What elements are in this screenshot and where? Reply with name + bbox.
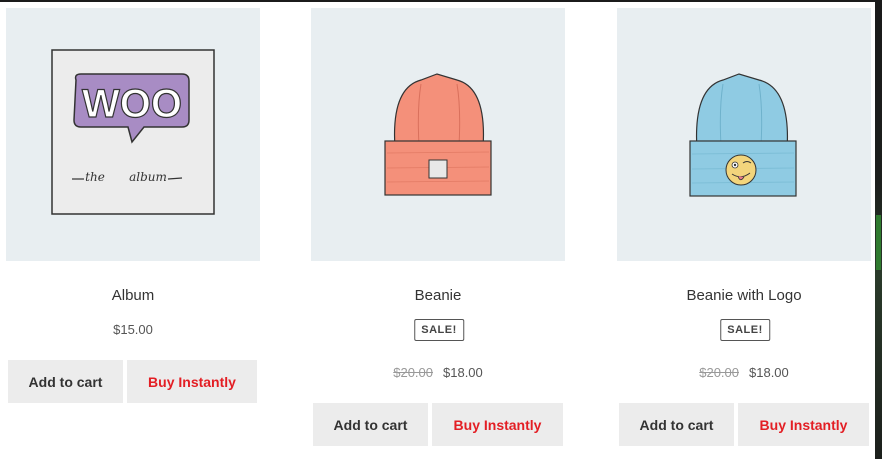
product-image-link[interactable] xyxy=(617,8,871,261)
album-logo-text: WOO xyxy=(82,82,182,126)
orange-beanie-icon xyxy=(384,73,492,196)
buy-instantly-button[interactable]: Buy Instantly xyxy=(432,403,563,446)
add-to-cart-button[interactable]: Add to cart xyxy=(8,360,123,403)
buy-instantly-button[interactable]: Buy Instantly xyxy=(738,403,869,446)
buy-instantly-button[interactable]: Buy Instantly xyxy=(127,360,257,403)
product-price: $20.00 $18.00 xyxy=(311,365,565,380)
old-price: $20.00 xyxy=(393,365,433,380)
album-caption-right: album xyxy=(129,170,167,184)
product-title[interactable]: Beanie xyxy=(311,287,565,304)
current-price: $18.00 xyxy=(749,365,789,380)
product-image-link[interactable] xyxy=(311,8,565,261)
woo-album-icon: WOO the album xyxy=(51,49,215,215)
right-edge-strip xyxy=(875,0,882,459)
blue-beanie-logo-icon xyxy=(689,73,797,197)
right-edge-accent xyxy=(876,215,881,270)
sale-badge: SALE! xyxy=(720,319,770,341)
sale-badge: SALE! xyxy=(414,319,464,341)
old-price: $20.00 xyxy=(699,365,739,380)
add-to-cart-button[interactable]: Add to cart xyxy=(313,403,428,446)
current-price: $15.00 xyxy=(113,322,153,337)
product-grid-page: WOO the album Album $15.00 Add to cart B… xyxy=(0,0,882,459)
current-price: $18.00 xyxy=(443,365,483,380)
product-title[interactable]: Album xyxy=(6,287,260,304)
product-price: $15.00 xyxy=(6,322,260,337)
add-to-cart-button[interactable]: Add to cart xyxy=(619,403,734,446)
product-image-link[interactable]: WOO the album xyxy=(6,8,260,261)
product-price: $20.00 $18.00 xyxy=(617,365,871,380)
product-title[interactable]: Beanie with Logo xyxy=(617,287,871,304)
top-border xyxy=(0,0,882,2)
album-caption-left: the xyxy=(85,170,105,184)
